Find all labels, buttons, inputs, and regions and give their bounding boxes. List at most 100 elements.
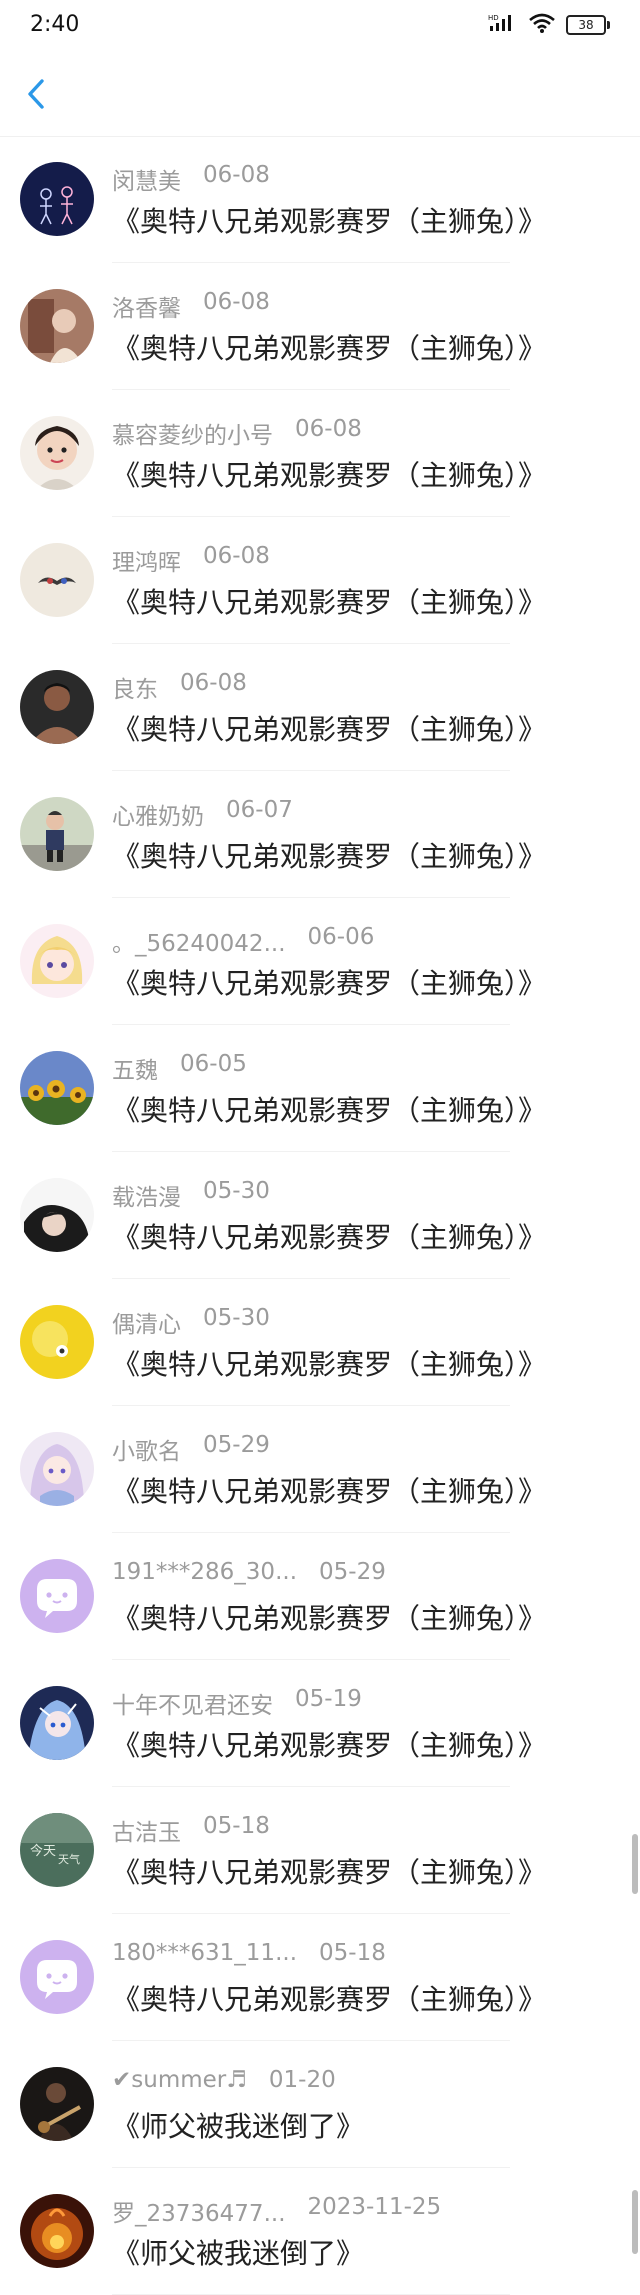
avatar[interactable]	[20, 1051, 94, 1125]
scrollbar-thumb-secondary[interactable]	[632, 2190, 638, 2254]
book-title[interactable]: 《奥特八兄弟观影赛罗（主狮兔）》	[112, 1089, 546, 1129]
book-title[interactable]: 《师父被我迷倒了》	[112, 2105, 364, 2145]
list-item[interactable]: 理鸿晖 06-08 《奥特八兄弟观影赛罗（主狮兔）》	[0, 517, 640, 644]
book-title[interactable]: 《师父被我迷倒了》	[112, 2232, 364, 2272]
user-name[interactable]: 慕容菱纱的小号	[112, 416, 273, 450]
item-date: 05-29	[319, 1559, 386, 1585]
list-item[interactable]: 。_56240042... 06-06 《奥特八兄弟观影赛罗（主狮兔）》	[0, 898, 640, 1025]
item-date: 01-20	[268, 2067, 336, 2093]
signal-icon: HD	[488, 13, 518, 37]
user-name[interactable]: 小歌名	[112, 1432, 181, 1466]
avatar-sunflowers	[20, 1051, 94, 1125]
user-name[interactable]: 五魏	[112, 1051, 158, 1085]
book-title[interactable]: 《奥特八兄弟观影赛罗（主狮兔）》	[112, 835, 546, 875]
svg-text:今天: 今天	[30, 1843, 56, 1859]
avatar[interactable]	[20, 1686, 94, 1760]
svg-text:HD: HD	[488, 14, 499, 22]
user-name[interactable]: 191***286_30...	[112, 1559, 297, 1585]
list-item[interactable]: 五魏 06-05 《奥特八兄弟观影赛罗（主狮兔）》	[0, 1025, 640, 1152]
wifi-icon	[528, 13, 556, 37]
avatar[interactable]	[20, 289, 94, 363]
book-title[interactable]: 《奥特八兄弟观影赛罗（主狮兔）》	[112, 708, 546, 748]
list-item[interactable]: 今天 天气 古洁玉 05-18 《奥特八兄弟观影赛罗（主狮兔）》	[0, 1787, 640, 1914]
avatar[interactable]	[20, 1178, 94, 1252]
avatar-anime-blue	[20, 1686, 94, 1760]
name-row: 罗_23736477... 2023-11-25	[112, 2194, 441, 2228]
avatar[interactable]	[20, 924, 94, 998]
avatar[interactable]	[20, 670, 94, 744]
book-title[interactable]: 《奥特八兄弟观影赛罗（主狮兔）》	[112, 1597, 546, 1637]
book-title[interactable]: 《奥特八兄弟观影赛罗（主狮兔）》	[112, 962, 546, 1002]
avatar-kid-outdoor	[20, 797, 94, 871]
list-item[interactable]: 心雅奶奶 06-07 《奥特八兄弟观影赛罗（主狮兔）》	[0, 771, 640, 898]
name-row: 五魏 06-05	[112, 1051, 247, 1085]
list-item[interactable]: ✔summer♬ 01-20 《师父被我迷倒了》	[0, 2041, 640, 2168]
user-name[interactable]: 闵慧美	[112, 162, 181, 196]
book-title[interactable]: 《奥特八兄弟观影赛罗（主狮兔）》	[112, 1978, 546, 2018]
book-title[interactable]: 《奥特八兄弟观影赛罗（主狮兔）》	[112, 581, 546, 621]
item-date: 06-06	[307, 924, 375, 950]
list-item[interactable]: 载浩漫 05-30 《奥特八兄弟观影赛罗（主狮兔）》	[0, 1152, 640, 1279]
name-row: 偶清心 05-30	[112, 1305, 270, 1339]
book-title[interactable]: 《奥特八兄弟观影赛罗（主狮兔）》	[112, 1343, 546, 1383]
avatar[interactable]	[20, 1940, 94, 2014]
item-date: 06-08	[295, 416, 362, 442]
user-name[interactable]: 罗_23736477...	[112, 2194, 286, 2228]
list-item[interactable]: 闵慧美 06-08 《奥特八兄弟观影赛罗（主狮兔）》	[0, 136, 640, 263]
avatar[interactable]	[20, 162, 94, 236]
book-title[interactable]: 《奥特八兄弟观影赛罗（主狮兔）》	[112, 1724, 546, 1764]
book-title[interactable]: 《奥特八兄弟观影赛罗（主狮兔）》	[112, 454, 546, 494]
scrollbar-thumb[interactable]	[632, 1834, 638, 1894]
avatar[interactable]	[20, 1305, 94, 1379]
user-name[interactable]: 良东	[112, 670, 158, 704]
avatar[interactable]	[20, 797, 94, 871]
user-name[interactable]: 载浩漫	[112, 1178, 181, 1212]
user-name[interactable]: 十年不见君还安	[112, 1686, 273, 1720]
avatar-guitar	[20, 2067, 94, 2141]
name-row: 良东 06-08	[112, 670, 247, 704]
avatar[interactable]	[20, 416, 94, 490]
list-item[interactable]: 偶清心 05-30 《奥特八兄弟观影赛罗（主狮兔）》	[0, 1279, 640, 1406]
book-title[interactable]: 《奥特八兄弟观影赛罗（主狮兔）》	[112, 327, 546, 367]
list-item[interactable]: 慕容菱纱的小号 06-08 《奥特八兄弟观影赛罗（主狮兔）》	[0, 390, 640, 517]
list-item[interactable]: 小歌名 05-29 《奥特八兄弟观影赛罗（主狮兔）》	[0, 1406, 640, 1533]
avatar[interactable]	[20, 2194, 94, 2268]
avatar-mustache	[20, 543, 94, 617]
user-name[interactable]: 。_56240042...	[112, 924, 286, 958]
user-name[interactable]: 理鸿晖	[112, 543, 181, 577]
name-row: 191***286_30... 05-29	[112, 1559, 386, 1585]
avatar[interactable]	[20, 1432, 94, 1506]
item-date: 2023-11-25	[307, 2194, 442, 2220]
list-item[interactable]: 洛香馨 06-08 《奥特八兄弟观影赛罗（主狮兔）》	[0, 263, 640, 390]
list-item[interactable]: 良东 06-08 《奥特八兄弟观影赛罗（主狮兔）》	[0, 644, 640, 771]
avatar[interactable]: 今天 天气	[20, 1813, 94, 1887]
avatar-green-text: 今天天气	[20, 1813, 94, 1887]
item-date: 05-30	[203, 1305, 270, 1331]
user-name[interactable]: ✔summer♬	[112, 2067, 247, 2093]
item-date: 05-18	[319, 1940, 386, 1966]
user-name[interactable]: 洛香馨	[112, 289, 181, 323]
list-item[interactable]: 191***286_30... 05-29 《奥特八兄弟观影赛罗（主狮兔）》	[0, 1533, 640, 1660]
avatar[interactable]	[20, 1559, 94, 1633]
user-name[interactable]: 偶清心	[112, 1305, 181, 1339]
back-button[interactable]	[18, 76, 54, 116]
item-date: 05-29	[203, 1432, 270, 1458]
user-name[interactable]: 古洁玉	[112, 1813, 181, 1847]
book-title[interactable]: 《奥特八兄弟观影赛罗（主狮兔）》	[112, 1216, 546, 1256]
book-title[interactable]: 《奥特八兄弟观影赛罗（主狮兔）》	[112, 200, 546, 240]
name-row: 理鸿晖 06-08	[112, 543, 270, 577]
avatar[interactable]	[20, 543, 94, 617]
user-name[interactable]: 心雅奶奶	[112, 797, 204, 831]
avatar[interactable]	[20, 2067, 94, 2141]
name-row: ✔summer♬ 01-20	[112, 2067, 336, 2093]
name-row: 十年不见君还安 05-19	[112, 1686, 362, 1720]
list-item[interactable]: 十年不见君还安 05-19 《奥特八兄弟观影赛罗（主狮兔）》	[0, 1660, 640, 1787]
book-title[interactable]: 《奥特八兄弟观影赛罗（主狮兔）》	[112, 1470, 546, 1510]
status-time: 2:40	[30, 12, 80, 37]
list-item[interactable]: 180***631_11... 05-18 《奥特八兄弟观影赛罗（主狮兔）》	[0, 1914, 640, 2041]
list-item[interactable]: 罗_23736477... 2023-11-25 《师父被我迷倒了》	[0, 2168, 640, 2295]
item-date: 06-05	[180, 1051, 247, 1077]
avatar-child	[20, 416, 94, 490]
book-title[interactable]: 《奥特八兄弟观影赛罗（主狮兔）》	[112, 1851, 546, 1891]
user-name[interactable]: 180***631_11...	[112, 1940, 297, 1966]
